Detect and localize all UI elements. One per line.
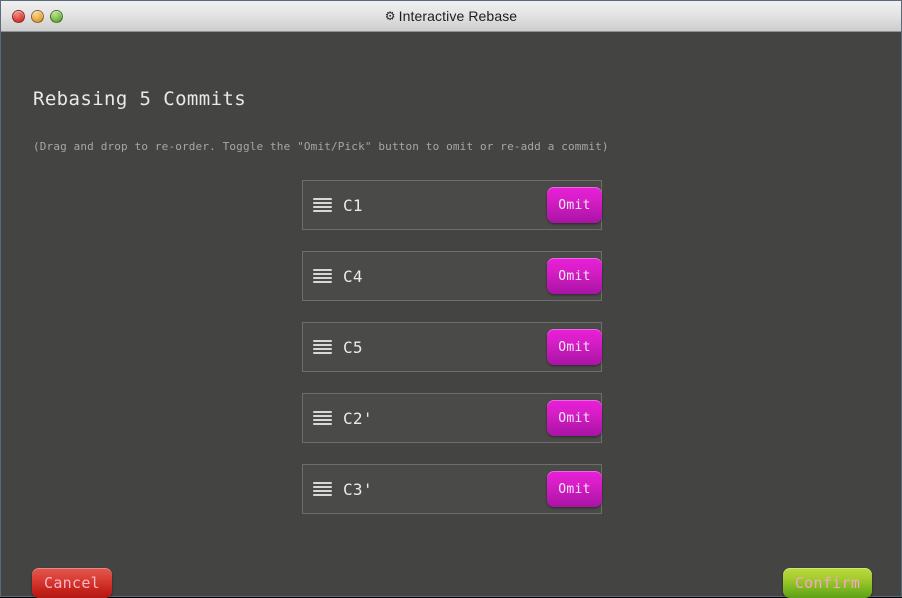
commit-label: C5 [343, 337, 363, 357]
confirm-button[interactable]: Confirm [783, 568, 872, 598]
omit-toggle-button[interactable]: Omit [547, 471, 602, 507]
cancel-button[interactable]: Cancel [32, 568, 112, 598]
gear-icon: ⚙ [384, 9, 396, 23]
title-bar: ⚙ Interactive Rebase [1, 1, 901, 32]
commit-label: C3' [343, 479, 373, 499]
drag-handle-icon[interactable] [313, 481, 332, 497]
window-title-label: Interactive Rebase [398, 8, 518, 24]
commit-row[interactable]: C2' Omit [302, 393, 602, 443]
window-title: ⚙ Interactive Rebase [1, 8, 901, 24]
window-controls [1, 9, 63, 23]
omit-toggle-button[interactable]: Omit [547, 187, 602, 223]
commit-label: C4 [343, 266, 363, 286]
commit-row[interactable]: C1 Omit [302, 180, 602, 230]
app-window: ⚙ Interactive Rebase Rebasing 5 Commits (… [0, 0, 902, 598]
commit-label: C1 [343, 195, 363, 215]
drag-handle-icon[interactable] [313, 268, 332, 284]
drag-handle-icon[interactable] [313, 410, 332, 426]
omit-toggle-button[interactable]: Omit [547, 329, 602, 365]
page-title: Rebasing 5 Commits [33, 88, 247, 110]
drag-handle-icon[interactable] [313, 339, 332, 355]
close-button[interactable] [12, 9, 25, 23]
maximize-button[interactable] [50, 9, 63, 23]
minimize-button[interactable] [31, 9, 44, 23]
commit-row[interactable]: C4 Omit [302, 251, 602, 301]
commit-list: C1 Omit C4 Omit C5 Omit C2' Omit C3' Omi… [302, 180, 602, 535]
instructions-text: (Drag and drop to re-order. Toggle the "… [33, 140, 609, 153]
omit-toggle-button[interactable]: Omit [547, 400, 602, 436]
commit-row[interactable]: C3' Omit [302, 464, 602, 514]
commit-row[interactable]: C5 Omit [302, 322, 602, 372]
drag-handle-icon[interactable] [313, 197, 332, 213]
commit-label: C2' [343, 408, 373, 428]
dialog-content: Rebasing 5 Commits (Drag and drop to re-… [1, 32, 901, 598]
omit-toggle-button[interactable]: Omit [547, 258, 602, 294]
